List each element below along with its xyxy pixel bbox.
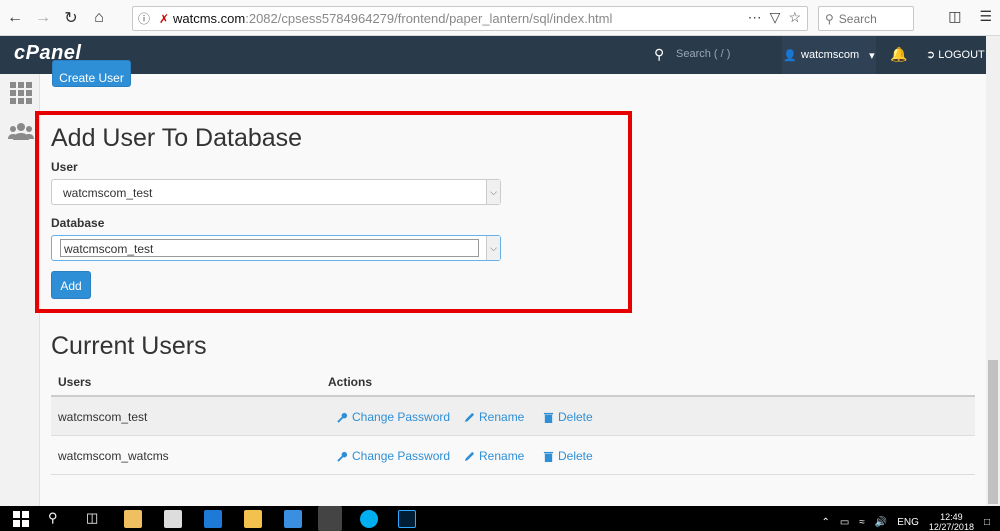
store-icon[interactable] [124,510,142,528]
cpanel-search-input[interactable]: Search ( / ) [676,48,730,60]
clock[interactable]: 12:49 12/27/2018 [929,512,974,531]
photoshop-icon[interactable] [398,510,416,528]
cpanel-header: cPanel ⚲ Search ( / ) 👤 watcmscom ▾ 🔔 ➲ … [0,36,1000,74]
url-bar[interactable]: ⓘ ✗ watcms.com:2082/cpsess5784964279/fro… [132,6,808,31]
windows-start-icon[interactable] [12,510,30,528]
change-password-link[interactable]: Change Password [337,449,450,463]
edge-icon[interactable] [204,510,222,528]
volume-icon[interactable]: 🔊 [875,517,887,528]
notepad-icon[interactable] [284,510,302,528]
insecure-lock-icon[interactable]: ✗ [155,12,173,26]
firefox-icon[interactable] [318,506,342,531]
notification-icon[interactable]: □ [984,517,990,528]
table-row: watcmscom_test Change Password Rename De… [51,397,975,436]
users-column-header: Users [58,375,92,389]
table-header: Users Actions [51,371,975,397]
sidebar [0,74,40,506]
sidebar-toggle-icon[interactable]: ◫ [948,8,961,25]
battery-icon[interactable]: ▭ [840,517,849,528]
key-icon [337,451,348,462]
trash-icon [543,412,554,423]
forward-icon[interactable]: → [30,5,56,31]
mail-icon[interactable] [164,510,182,528]
taskbar: ⚲ ◫ ⌃ ▭ ≈ 🔊 ENG 12:49 12/27/2018 □ [0,506,1000,531]
chevron-up-icon[interactable]: ⌃ [821,517,829,528]
highlight-box [35,111,632,313]
change-password-link[interactable]: Change Password [337,410,450,424]
grid-icon[interactable] [10,82,32,104]
users-icon[interactable] [8,120,34,142]
user-name: watcmscom_watcms [58,449,169,463]
url-text: watcms.com:2082/cpsess5784964279/fronten… [173,11,613,26]
user-menu[interactable]: 👤 watcmscom ▾ [782,36,876,74]
file-explorer-icon[interactable] [244,510,262,528]
info-icon[interactable]: ⓘ [133,10,155,27]
create-user-button[interactable]: Create User [52,60,131,87]
reload-icon[interactable]: ↻ [58,5,84,31]
chevron-down-icon: ▾ [869,49,875,62]
home-icon[interactable]: ⌂ [86,5,112,31]
skype-icon[interactable] [360,510,378,528]
scrollbar-thumb[interactable] [988,360,998,504]
language-indicator[interactable]: ENG [897,517,919,528]
browser-search-field[interactable]: ⚲ Search [818,6,914,31]
actions-column-header: Actions [328,375,373,389]
user-icon: 👤 [783,49,798,62]
pocket-icon[interactable]: ▽ [770,9,781,26]
scrollbar[interactable] [986,36,1000,506]
delete-link[interactable]: Delete [543,449,593,463]
bookmark-star-icon[interactable]: ☆ [788,9,801,26]
wifi-icon[interactable]: ≈ [859,517,865,528]
search-icon: ⚲ [825,11,834,26]
search-icon[interactable]: ⚲ [654,46,664,63]
pencil-icon [464,412,475,422]
bell-icon[interactable]: 🔔 [890,46,907,63]
page-actions-icon[interactable]: ⋯ [748,9,762,26]
user-name: watcmscom_test [58,410,148,424]
task-view-icon[interactable]: ◫ [86,510,104,528]
pencil-icon [464,451,475,461]
trash-icon [543,451,554,462]
delete-link[interactable]: Delete [543,410,593,424]
back-icon[interactable]: ← [2,5,28,31]
rename-link[interactable]: Rename [464,410,524,424]
table-row: watcmscom_watcms Change Password Rename … [51,436,975,475]
key-icon [337,412,348,423]
menu-icon[interactable]: ☰ [979,8,992,25]
search-icon[interactable]: ⚲ [48,510,66,528]
current-users-title: Current Users [51,332,207,360]
logout-button[interactable]: ➲ LOGOUT [926,48,985,61]
rename-link[interactable]: Rename [464,449,524,463]
